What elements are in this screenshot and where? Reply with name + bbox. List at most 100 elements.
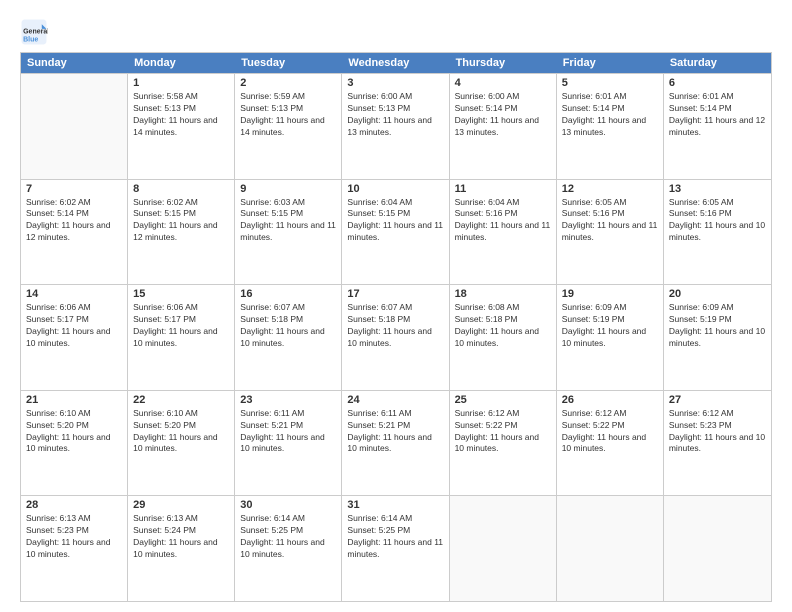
calendar-header-cell: Wednesday <box>342 53 449 73</box>
calendar-cell: 9Sunrise: 6:03 AM Sunset: 5:15 PM Daylig… <box>235 180 342 285</box>
cell-day-number: 7 <box>26 183 122 195</box>
calendar-cell: 5 Sunrise: 6:01 AM Sunset: 5:14 PM Daylig… <box>557 74 664 179</box>
cell-day-number: 20 <box>669 288 766 300</box>
cell-info: Sunrise: 6:09 AM Sunset: 5:19 PM Dayligh… <box>669 302 766 350</box>
cell-info: Sunrise: 6:12 AM Sunset: 5:22 PM Dayligh… <box>562 408 658 456</box>
calendar-cell <box>21 74 128 179</box>
calendar-cell: 11 Sunrise: 6:04 AM Sunset: 5:16 PM Dayli… <box>450 180 557 285</box>
calendar-cell: 10 Sunrise: 6:04 AM Sunset: 5:15 PM Dayli… <box>342 180 449 285</box>
cell-info: Sunrise: 6:05 AM Sunset: 5:16 PM Dayligh… <box>562 197 658 245</box>
calendar-header-cell: Tuesday <box>235 53 342 73</box>
cell-info: Sunrise: 6:07 AM Sunset: 5:18 PM Dayligh… <box>347 302 443 350</box>
cell-day-number: 19 <box>562 288 658 300</box>
calendar-cell: 18Sunrise: 6:08 AM Sunset: 5:18 PM Dayli… <box>450 285 557 390</box>
cell-info: Sunrise: 6:02 AM Sunset: 5:15 PM Dayligh… <box>133 197 229 245</box>
cell-info: Sunrise: 6:10 AM Sunset: 5:20 PM Dayligh… <box>133 408 229 456</box>
calendar-body: 1 Sunrise: 5:58 AM Sunset: 5:13 PM Daylig… <box>21 73 771 601</box>
calendar-row: 7 Sunrise: 6:02 AM Sunset: 5:14 PM Daylig… <box>21 179 771 285</box>
cell-day-number: 8 <box>133 183 229 195</box>
cell-day-number: 9 <box>240 183 336 195</box>
calendar-cell: 4Sunrise: 6:00 AM Sunset: 5:14 PM Daylig… <box>450 74 557 179</box>
cell-day-number: 14 <box>26 288 122 300</box>
cell-info: Sunrise: 6:14 AM Sunset: 5:25 PM Dayligh… <box>347 513 443 561</box>
cell-info: Sunrise: 6:06 AM Sunset: 5:17 PM Dayligh… <box>26 302 122 350</box>
calendar-cell: 22 Sunrise: 6:10 AM Sunset: 5:20 PM Dayli… <box>128 391 235 496</box>
cell-day-number: 15 <box>133 288 229 300</box>
cell-info: Sunrise: 6:02 AM Sunset: 5:14 PM Dayligh… <box>26 197 122 245</box>
cell-day-number: 10 <box>347 183 443 195</box>
calendar-cell: 26 Sunrise: 6:12 AM Sunset: 5:22 PM Dayli… <box>557 391 664 496</box>
calendar-cell: 14 Sunrise: 6:06 AM Sunset: 5:17 PM Dayli… <box>21 285 128 390</box>
calendar-cell: 20 Sunrise: 6:09 AM Sunset: 5:19 PM Dayli… <box>664 285 771 390</box>
calendar-cell: 29 Sunrise: 6:13 AM Sunset: 5:24 PM Dayli… <box>128 496 235 601</box>
cell-info: Sunrise: 6:08 AM Sunset: 5:18 PM Dayligh… <box>455 302 551 350</box>
calendar-row: 28 Sunrise: 6:13 AM Sunset: 5:23 PM Dayli… <box>21 495 771 601</box>
cell-info: Sunrise: 6:01 AM Sunset: 5:14 PM Dayligh… <box>669 91 766 139</box>
logo: General Blue <box>20 18 52 46</box>
cell-info: Sunrise: 6:13 AM Sunset: 5:24 PM Dayligh… <box>133 513 229 561</box>
cell-day-number: 21 <box>26 394 122 406</box>
cell-info: Sunrise: 6:04 AM Sunset: 5:16 PM Dayligh… <box>455 197 551 245</box>
cell-day-number: 4 <box>455 77 551 89</box>
calendar-cell <box>450 496 557 601</box>
calendar-cell: 23 Sunrise: 6:11 AM Sunset: 5:21 PM Dayli… <box>235 391 342 496</box>
cell-info: Sunrise: 5:59 AM Sunset: 5:13 PM Dayligh… <box>240 91 336 139</box>
calendar-cell <box>664 496 771 601</box>
calendar-cell: 28 Sunrise: 6:13 AM Sunset: 5:23 PM Dayli… <box>21 496 128 601</box>
calendar-cell: 24 Sunrise: 6:11 AM Sunset: 5:21 PM Dayli… <box>342 391 449 496</box>
cell-day-number: 31 <box>347 499 443 511</box>
cell-info: Sunrise: 6:04 AM Sunset: 5:15 PM Dayligh… <box>347 197 443 245</box>
cell-info: Sunrise: 6:06 AM Sunset: 5:17 PM Dayligh… <box>133 302 229 350</box>
cell-day-number: 29 <box>133 499 229 511</box>
cell-day-number: 6 <box>669 77 766 89</box>
calendar-header-cell: Monday <box>128 53 235 73</box>
cell-info: Sunrise: 6:11 AM Sunset: 5:21 PM Dayligh… <box>347 408 443 456</box>
calendar-header-cell: Thursday <box>450 53 557 73</box>
cell-day-number: 1 <box>133 77 229 89</box>
calendar: SundayMondayTuesdayWednesdayThursdayFrid… <box>20 52 772 602</box>
header: General Blue <box>20 18 772 46</box>
calendar-cell: 31 Sunrise: 6:14 AM Sunset: 5:25 PM Dayli… <box>342 496 449 601</box>
cell-info: Sunrise: 5:58 AM Sunset: 5:13 PM Dayligh… <box>133 91 229 139</box>
calendar-cell: 25Sunrise: 6:12 AM Sunset: 5:22 PM Dayli… <box>450 391 557 496</box>
calendar-cell: 27Sunrise: 6:12 AM Sunset: 5:23 PM Dayli… <box>664 391 771 496</box>
calendar-cell: 30Sunrise: 6:14 AM Sunset: 5:25 PM Dayli… <box>235 496 342 601</box>
calendar-cell: 13Sunrise: 6:05 AM Sunset: 5:16 PM Dayli… <box>664 180 771 285</box>
cell-day-number: 2 <box>240 77 336 89</box>
calendar-cell: 12 Sunrise: 6:05 AM Sunset: 5:16 PM Dayli… <box>557 180 664 285</box>
cell-day-number: 28 <box>26 499 122 511</box>
cell-info: Sunrise: 6:10 AM Sunset: 5:20 PM Dayligh… <box>26 408 122 456</box>
cell-info: Sunrise: 6:00 AM Sunset: 5:13 PM Dayligh… <box>347 91 443 139</box>
cell-day-number: 24 <box>347 394 443 406</box>
cell-day-number: 12 <box>562 183 658 195</box>
cell-info: Sunrise: 6:11 AM Sunset: 5:21 PM Dayligh… <box>240 408 336 456</box>
calendar-cell: 6 Sunrise: 6:01 AM Sunset: 5:14 PM Daylig… <box>664 74 771 179</box>
cell-info: Sunrise: 6:14 AM Sunset: 5:25 PM Dayligh… <box>240 513 336 561</box>
calendar-header-cell: Sunday <box>21 53 128 73</box>
calendar-header: SundayMondayTuesdayWednesdayThursdayFrid… <box>21 53 771 73</box>
calendar-cell: 17Sunrise: 6:07 AM Sunset: 5:18 PM Dayli… <box>342 285 449 390</box>
calendar-cell: 8 Sunrise: 6:02 AM Sunset: 5:15 PM Daylig… <box>128 180 235 285</box>
cell-info: Sunrise: 6:07 AM Sunset: 5:18 PM Dayligh… <box>240 302 336 350</box>
calendar-row: 1 Sunrise: 5:58 AM Sunset: 5:13 PM Daylig… <box>21 73 771 179</box>
calendar-row: 14 Sunrise: 6:06 AM Sunset: 5:17 PM Dayli… <box>21 284 771 390</box>
calendar-cell: 2 Sunrise: 5:59 AM Sunset: 5:13 PM Daylig… <box>235 74 342 179</box>
cell-info: Sunrise: 6:01 AM Sunset: 5:14 PM Dayligh… <box>562 91 658 139</box>
cell-day-number: 5 <box>562 77 658 89</box>
logo-icon: General Blue <box>20 18 48 46</box>
cell-day-number: 22 <box>133 394 229 406</box>
cell-day-number: 25 <box>455 394 551 406</box>
cell-day-number: 26 <box>562 394 658 406</box>
calendar-cell: 21 Sunrise: 6:10 AM Sunset: 5:20 PM Dayli… <box>21 391 128 496</box>
cell-day-number: 23 <box>240 394 336 406</box>
calendar-header-cell: Saturday <box>664 53 771 73</box>
svg-text:General: General <box>23 29 48 36</box>
calendar-cell: 7 Sunrise: 6:02 AM Sunset: 5:14 PM Daylig… <box>21 180 128 285</box>
calendar-row: 21 Sunrise: 6:10 AM Sunset: 5:20 PM Dayli… <box>21 390 771 496</box>
cell-info: Sunrise: 6:13 AM Sunset: 5:23 PM Dayligh… <box>26 513 122 561</box>
calendar-cell: 1 Sunrise: 5:58 AM Sunset: 5:13 PM Daylig… <box>128 74 235 179</box>
cell-day-number: 11 <box>455 183 551 195</box>
calendar-cell <box>557 496 664 601</box>
svg-text:Blue: Blue <box>23 36 38 43</box>
cell-day-number: 16 <box>240 288 336 300</box>
